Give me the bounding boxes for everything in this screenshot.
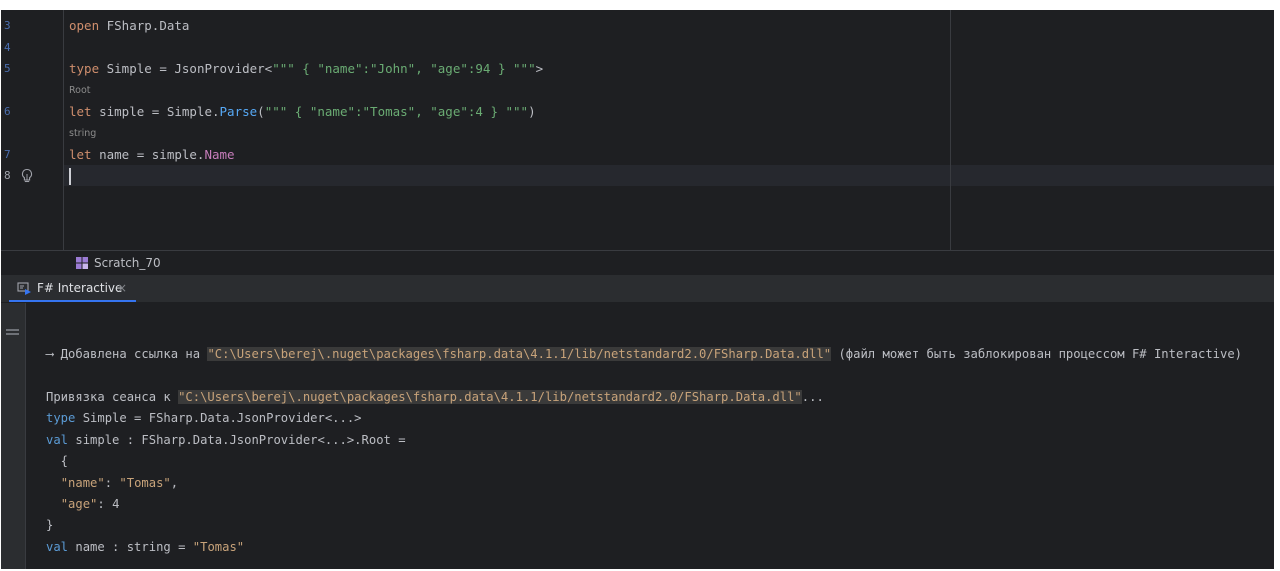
console-line: { (46, 454, 69, 468)
console-line: type Simple = FSharp.Data.JsonProvider<.… (46, 410, 362, 427)
console-path: "C:\Users\berej\.nuget\packages\fsharp.d… (207, 347, 832, 361)
lightbulb-icon[interactable] (20, 168, 34, 184)
line-number: 3 (4, 19, 11, 32)
console-text: : (104, 476, 120, 490)
line-number: 7 (4, 148, 11, 161)
json-key: "name" (60, 476, 105, 490)
console-text: Simple = FSharp.Data.JsonProvider<...> (75, 411, 362, 425)
console-line: } (46, 518, 54, 532)
keyword: val (46, 540, 69, 554)
console-string: "Tomas" (192, 540, 245, 554)
fsharp-interactive-icon (17, 282, 31, 295)
line-number: 6 (4, 105, 11, 118)
window: 3 4 5 6 7 8 open FSharp.Data type Simple… (0, 0, 1280, 571)
string-literal: """ { "name":"John", "age":94 } """ (272, 61, 536, 76)
console-line: val simple : FSharp.Data.JsonProvider<..… (46, 432, 406, 449)
code-line-let-name[interactable]: let name = simple.Name (69, 147, 235, 163)
line-number: 8 (4, 169, 11, 182)
json-value: "Tomas" (119, 476, 171, 490)
fsi-console-output[interactable]: ⟶ Добавлена ссылка на "C:\Users\berej\.n… (1, 303, 1274, 569)
console-path: "C:\Users\berej\.nuget\packages\fsharp.d… (178, 390, 802, 404)
tab-label: F# Interactive (37, 281, 123, 295)
inlay-type-hint: Root (69, 85, 91, 96)
console-text: , (170, 476, 179, 490)
keyword: type (69, 61, 100, 76)
tab-fsharp-interactive[interactable]: F# Interactive × (9, 275, 136, 302)
console-line: val name : string = "Tomas" (46, 539, 244, 556)
json-value: 4 (112, 497, 120, 511)
console-line: Привязка сеанса к "C:\Users\berej\.nuget… (46, 389, 824, 406)
line-number: 4 (4, 41, 11, 54)
code-line-open[interactable]: open FSharp.Data (69, 18, 189, 34)
console-text: ⟶ Добавлена ссылка на (46, 347, 208, 361)
keyword: type (46, 411, 76, 425)
keyword: val (46, 433, 69, 447)
code-text: simple = Simple. (91, 104, 220, 119)
console-text: (файл может быть заблокирован процессом … (831, 347, 1243, 361)
code-text: FSharp.Data (99, 18, 190, 33)
current-line-highlight (1, 165, 1274, 186)
json-key: "age" (60, 497, 98, 511)
string-literal: """ { "name":"Tomas", "age":4 } """ (264, 104, 529, 119)
tool-window-header: F# Interactive × (1, 275, 1274, 303)
console-text: ... (801, 390, 824, 404)
console-line: "name": "Tomas", (46, 475, 178, 492)
keyword: let (69, 104, 92, 119)
code-line-type[interactable]: type Simple = JsonProvider<""" { "name":… (69, 61, 543, 77)
code-text: > (535, 61, 544, 76)
console-line: "age": 4 (46, 496, 120, 513)
hamburger-menu-icon[interactable] (6, 328, 19, 338)
console-text: Привязка сеанса к (46, 390, 179, 404)
method-name: Parse (219, 104, 258, 119)
console-line: ⟶ Добавлена ссылка на "C:\Users\berej\.n… (46, 346, 1242, 363)
right-margin-guide (950, 10, 951, 250)
scratch-file-icon (76, 257, 88, 269)
console-toolbar (1, 303, 26, 569)
code-text: Simple = JsonProvider< (99, 61, 273, 76)
close-icon[interactable]: × (117, 281, 127, 296)
keyword: let (69, 147, 92, 162)
console-text: : (97, 497, 113, 511)
breadcrumb: Scratch_70 (1, 250, 1274, 275)
property-name: Name (204, 147, 235, 162)
breadcrumb-item[interactable]: Scratch_70 (94, 256, 161, 270)
line-number: 5 (4, 62, 11, 75)
code-text: ( (257, 104, 265, 119)
text-caret (69, 168, 71, 185)
code-line-let-simple[interactable]: let simple = Simple.Parse(""" { "name":"… (69, 104, 536, 120)
console-text: simple : FSharp.Data.JsonProvider<...>.R… (68, 433, 406, 447)
keyword: open (69, 18, 100, 33)
console-text: name : string = (68, 540, 193, 554)
inlay-type-hint: string (69, 128, 97, 139)
code-text: name = simple. (91, 147, 205, 162)
code-editor[interactable]: 3 4 5 6 7 8 open FSharp.Data type Simple… (1, 10, 1274, 250)
code-text: ) (528, 104, 536, 119)
